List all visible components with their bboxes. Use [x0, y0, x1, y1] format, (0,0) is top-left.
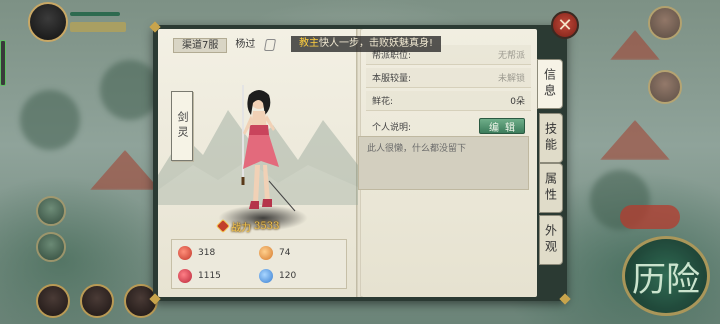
- profile-book-panel: 渠道7服 杨过 教主快人一步，击败妖魅真身! 剑灵 战力 3533 318 74…: [149, 21, 571, 305]
- combat-power: 战力 3533: [215, 218, 302, 234]
- health-icon: [178, 268, 192, 283]
- hp-bar: [70, 12, 120, 16]
- edit-description-button[interactable]: 编辑: [479, 118, 525, 134]
- tab-info[interactable]: 信息: [537, 59, 563, 109]
- stat-attack: 318: [178, 244, 259, 261]
- tab-skills[interactable]: 技能: [539, 113, 563, 163]
- left-hud: [0, 0, 158, 324]
- party-member-avatar[interactable]: [36, 284, 70, 318]
- stat-value: 318: [198, 247, 216, 258]
- event-avatar[interactable]: [648, 6, 682, 40]
- stat-health: 1115: [178, 267, 259, 284]
- info-value: 0朵: [510, 97, 525, 107]
- server-label: 渠道7服: [173, 37, 228, 53]
- player-name: 杨过: [235, 38, 256, 50]
- stat-value: 120: [279, 270, 297, 281]
- player-name-row: 渠道7服 杨过: [173, 37, 277, 53]
- marquee-highlight: 教主: [299, 38, 319, 49]
- stat-speed: 120: [259, 267, 340, 284]
- info-value: 无帮派: [497, 51, 525, 61]
- broadcast-marquee: 教主快人一步，击败妖魅真身!: [291, 36, 442, 52]
- stat-defense: 74: [259, 244, 340, 261]
- adventure-button[interactable]: 历险: [622, 236, 710, 316]
- hud-round-button[interactable]: [36, 232, 66, 262]
- tab-attributes[interactable]: 属性: [539, 163, 563, 213]
- info-row-flowers: 鲜花: 0朵: [366, 91, 531, 111]
- event-avatar[interactable]: [648, 70, 682, 104]
- stat-value: 74: [279, 247, 291, 258]
- defense-icon: [259, 245, 273, 260]
- info-table: 帮派职位: 无帮派 本服较量: 未解锁 鲜花: 0朵: [366, 45, 531, 114]
- power-flame-icon: [215, 218, 231, 234]
- character-model[interactable]: [229, 85, 299, 220]
- adventure-label: 历险: [632, 259, 700, 300]
- power-label: 战力: [231, 222, 251, 234]
- description-box[interactable]: 此人很懒，什么都没留下: [358, 136, 529, 190]
- close-icon: ✕: [557, 14, 573, 36]
- info-label: 鲜花:: [372, 97, 394, 107]
- info-label: 本服较量:: [372, 74, 412, 84]
- right-hud: 历险: [550, 0, 720, 324]
- player-avatar[interactable]: [28, 2, 68, 42]
- tab-appearance[interactable]: 外观: [539, 215, 563, 265]
- info-value: 未解锁: [497, 74, 525, 84]
- attack-icon: [178, 245, 192, 260]
- party-member-avatar[interactable]: [80, 284, 114, 318]
- close-button[interactable]: ✕: [551, 11, 579, 39]
- info-row-arena: 本服较量: 未解锁: [366, 68, 531, 88]
- stats-panel: 318 74 1115 120: [171, 239, 347, 289]
- side-drawer-handle[interactable]: [0, 40, 6, 86]
- speed-icon: [259, 268, 273, 283]
- description-header: 个人说明: 编辑: [366, 117, 531, 135]
- rename-pen-icon[interactable]: [264, 39, 277, 51]
- description-label: 个人说明:: [372, 122, 412, 133]
- stat-value: 1115: [198, 270, 221, 281]
- level-plate: [70, 22, 126, 32]
- marquee-text: 快人一步，击败妖魅真身!: [319, 38, 434, 49]
- hud-round-button[interactable]: [36, 196, 66, 226]
- sect-scroll-tag: 剑灵: [171, 91, 193, 161]
- power-value: 3533: [254, 220, 280, 232]
- event-badge[interactable]: [620, 205, 680, 229]
